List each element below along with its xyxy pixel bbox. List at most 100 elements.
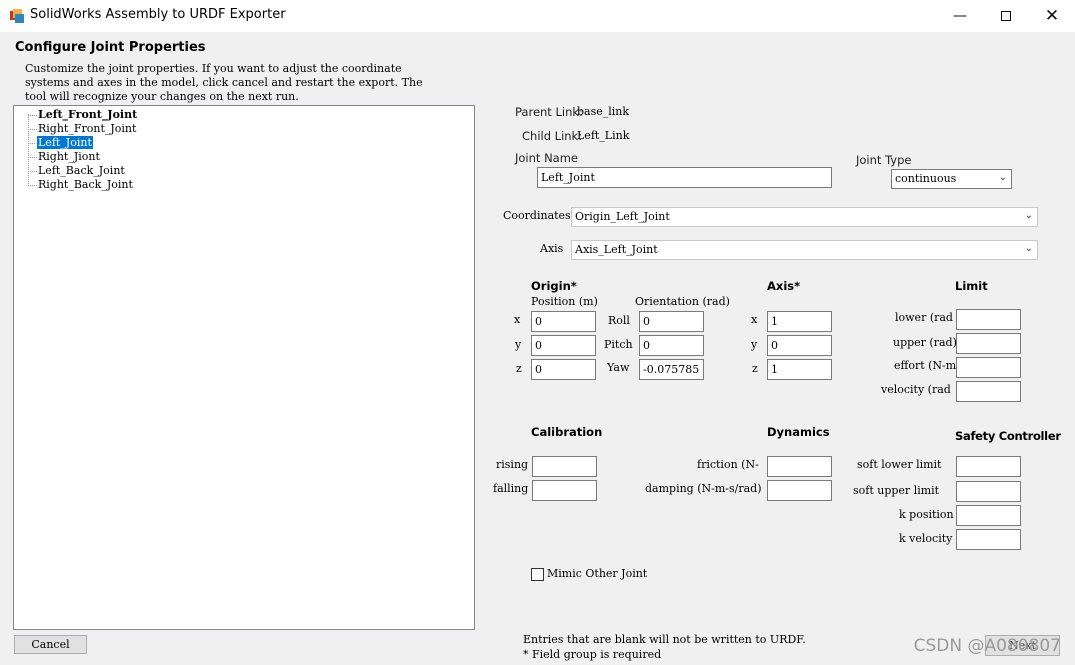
joint-name-label: Joint Name: [515, 151, 579, 165]
maximize-icon: [1001, 11, 1011, 21]
tree-item-left-back-joint[interactable]: Left_Back_Joint: [38, 164, 125, 177]
dynamics-damping-input[interactable]: [767, 480, 832, 501]
tree-item-right-jiont[interactable]: Right_Jiont: [38, 150, 100, 163]
position-label: Position (m): [531, 295, 598, 308]
required-note: * Field group is required: [523, 648, 662, 661]
limit-effort-label: effort (N-m: [894, 359, 957, 372]
axis-y-input[interactable]: 0: [767, 335, 832, 356]
calibration-falling-label: falling: [493, 482, 529, 495]
limit-effort-input[interactable]: [956, 357, 1021, 378]
pitch-label: Pitch: [604, 338, 633, 351]
close-icon: ✕: [1044, 6, 1060, 26]
axis-select[interactable]: Axis_Left_Joint ⌄: [571, 240, 1038, 260]
axis-z-label: z: [752, 362, 758, 375]
k-velocity-input[interactable]: [956, 529, 1021, 550]
joint-tree[interactable]: Left_Front_Joint Right_Front_Joint Left_…: [13, 105, 475, 630]
close-button[interactable]: ✕: [1029, 0, 1075, 32]
mimic-label: Mimic Other Joint: [547, 567, 648, 580]
origin-y-label: y: [515, 338, 522, 351]
tree-connector: [28, 171, 37, 172]
axis-value: Axis_Left_Joint: [575, 243, 658, 256]
tree-line: [28, 114, 29, 186]
dynamics-friction-input[interactable]: [767, 456, 832, 477]
page-heading: Configure Joint Properties: [15, 40, 206, 55]
axis-label: Axis: [540, 242, 564, 255]
cancel-button[interactable]: Cancel: [14, 635, 87, 654]
tree-item-left-joint[interactable]: Left_Joint: [36, 135, 94, 150]
calibration-rising-label: rising: [496, 458, 529, 471]
limit-lower-label: lower (rad: [895, 311, 953, 324]
origin-x-label: x: [514, 313, 521, 326]
calibration-falling-input[interactable]: [532, 480, 597, 501]
tree-connector: [28, 157, 37, 158]
k-position-input[interactable]: [956, 505, 1021, 526]
tree-connector: [28, 129, 37, 130]
roll-label: Roll: [608, 314, 630, 327]
coordinates-value: Origin_Left_Joint: [575, 210, 670, 223]
dynamics-header: Dynamics: [767, 425, 830, 439]
tree-item-right-front-joint[interactable]: Right_Front_Joint: [38, 122, 136, 135]
k-velocity-label: k velocity: [899, 532, 953, 545]
page-description-line-1: Customize the joint properties. If you w…: [25, 62, 402, 75]
calibration-rising-input[interactable]: [532, 456, 597, 477]
chevron-down-icon: ⌄: [998, 172, 1007, 183]
origin-z-input[interactable]: 0: [531, 359, 596, 380]
mimic-checkbox[interactable]: [531, 568, 544, 581]
window-title: SolidWorks Assembly to URDF Exporter: [30, 7, 286, 22]
orientation-label: Orientation (rad): [635, 295, 730, 308]
page-description-line-3: tool will recognize your changes on the …: [25, 90, 299, 103]
limit-velocity-label: velocity (rad: [881, 383, 951, 396]
yaw-label: Yaw: [607, 361, 630, 374]
dynamics-damping-label: damping (N-m-s/rad): [645, 482, 762, 495]
joint-type-label: Joint Type: [856, 153, 912, 167]
tree-connector: [28, 143, 37, 144]
soft-lower-limit-input[interactable]: [956, 456, 1021, 477]
axis-header: Axis*: [767, 279, 801, 293]
maximize-button[interactable]: [983, 0, 1029, 32]
limit-velocity-input[interactable]: [956, 381, 1021, 402]
k-position-label: k position: [899, 508, 954, 521]
minimize-button[interactable]: —: [937, 0, 983, 32]
tree-connector: [28, 115, 37, 116]
joint-type-select[interactable]: continuous ⌄: [891, 169, 1012, 189]
minimize-icon: —: [953, 8, 967, 24]
blank-entries-note: Entries that are blank will not be writt…: [523, 633, 806, 646]
origin-z-label: z: [516, 362, 522, 375]
page-description-line-2: systems and axes in the model, click can…: [25, 76, 423, 89]
parent-link-value: base_link: [577, 105, 630, 118]
roll-input[interactable]: 0: [639, 311, 704, 332]
axis-x-label: x: [751, 313, 758, 326]
yaw-input[interactable]: -0.075785: [639, 359, 704, 380]
tree-connector: [28, 185, 37, 186]
child-link-value: Left_Link: [577, 129, 630, 142]
origin-x-input[interactable]: 0: [531, 311, 596, 332]
coordinates-label: Coordinates: [503, 209, 571, 222]
app-icon: [10, 9, 24, 23]
origin-header: Origin*: [531, 279, 577, 293]
limit-upper-input[interactable]: [956, 333, 1021, 354]
title-bar: SolidWorks Assembly to URDF Exporter — ✕: [0, 0, 1075, 32]
soft-upper-limit-input[interactable]: [956, 481, 1021, 502]
watermark: CSDN @A080807: [913, 636, 1061, 656]
axis-x-input[interactable]: 1: [767, 311, 832, 332]
pitch-input[interactable]: 0: [639, 335, 704, 356]
axis-z-input[interactable]: 1: [767, 359, 832, 380]
limit-lower-input[interactable]: [956, 309, 1021, 330]
axis-y-label: y: [751, 338, 758, 351]
chevron-down-icon: ⌄: [1024, 210, 1033, 221]
limit-header: Limit: [955, 279, 988, 293]
tree-item-left-front-joint[interactable]: Left_Front_Joint: [38, 108, 137, 121]
soft-upper-limit-label: soft upper limit: [853, 484, 940, 497]
origin-y-input[interactable]: 0: [531, 335, 596, 356]
coordinates-select[interactable]: Origin_Left_Joint ⌄: [571, 207, 1038, 227]
safety-controller-header: Safety Controller: [955, 429, 1061, 443]
joint-type-value: continuous: [895, 172, 957, 185]
child-link-label: Child Link:: [522, 129, 583, 143]
tree-item-right-back-joint[interactable]: Right_Back_Joint: [38, 178, 133, 191]
calibration-header: Calibration: [531, 425, 603, 439]
soft-lower-limit-label: soft lower limit: [857, 458, 942, 471]
joint-name-input[interactable]: Left_Joint: [537, 167, 832, 188]
dynamics-friction-label: friction (N-: [697, 458, 759, 471]
limit-upper-label: upper (rad): [893, 336, 957, 349]
parent-link-label: Parent Link:: [515, 105, 583, 119]
